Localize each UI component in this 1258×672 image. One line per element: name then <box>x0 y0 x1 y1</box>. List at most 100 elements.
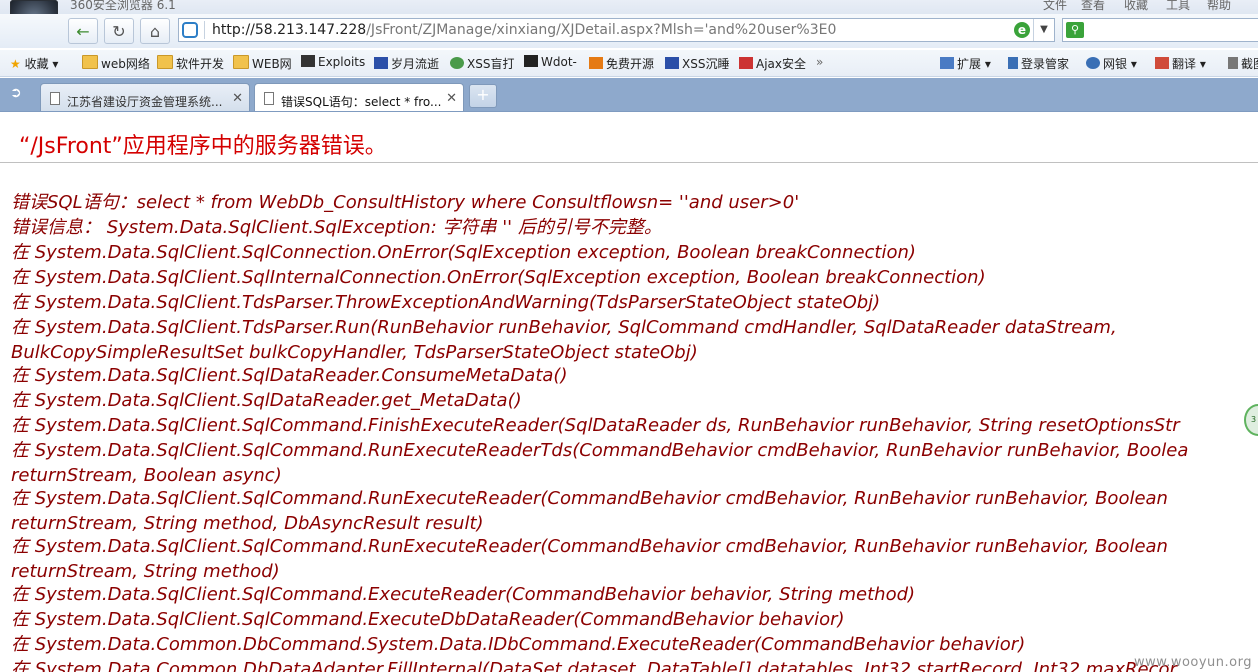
stack-trace-line: 在 System.Data.SqlClient.SqlCommand.RunEx… <box>11 488 1168 509</box>
bookmark-item[interactable]: XSS盲打 <box>450 55 514 72</box>
stack-trace-line: 在 System.Data.SqlClient.SqlDataReader.Co… <box>11 365 568 386</box>
menu-view[interactable]: 查看 <box>1081 0 1105 13</box>
tab-sql-error[interactable]: 错误SQL语句：select * fro... ✕ <box>254 83 464 111</box>
document-icon <box>264 92 274 105</box>
cf-icon <box>589 57 603 69</box>
bookmark-item[interactable]: 软件开发 <box>157 55 224 72</box>
navigation-bar: ← ↻ ⌂ http://58.213.147.228/JsFront/ZJMa… <box>0 14 1258 48</box>
stack-trace-line: 在 System.Data.SqlClient.SqlCommand.RunEx… <box>11 440 1189 461</box>
grid-icon <box>940 57 954 69</box>
url-text[interactable]: http://58.213.147.228/JsFront/ZJManage/x… <box>212 22 836 38</box>
stack-trace-line: 在 System.Data.SqlClient.TdsParser.ThrowE… <box>11 292 881 313</box>
error-details: 错误SQL语句：select * from WebDb_ConsultHisto… <box>11 190 1258 672</box>
bookmark-label: Ajax安全 <box>756 57 806 71</box>
paw-icon <box>374 57 388 69</box>
address-dropdown-icon[interactable]: ▼ <box>1033 19 1054 41</box>
sidebar-toggle-icon[interactable]: ➲ <box>10 85 22 101</box>
bank-icon <box>1086 57 1100 69</box>
bookmark-label: 岁月流逝 <box>391 57 440 71</box>
translate-button[interactable]: 翻译 ▾ <box>1155 55 1206 72</box>
refresh-button[interactable]: ↻ <box>104 18 134 44</box>
translate-label: 翻译 <box>1172 57 1197 71</box>
new-tab-button[interactable]: + <box>469 84 497 108</box>
screenshot-label: 截图 <box>1241 57 1258 71</box>
folder-icon <box>233 55 249 69</box>
page-title: “/JsFront”应用程序中的服务器错误。 <box>19 134 387 159</box>
compat-mode-icon[interactable]: e <box>1014 22 1030 38</box>
bookmark-label: WEB网 <box>252 57 292 71</box>
bookmark-label: XSS沉睡 <box>682 57 730 71</box>
favorites-menu[interactable]: ★ 收藏 ▾ <box>10 55 58 72</box>
bookmark-item[interactable]: XSS沉睡 <box>665 55 729 72</box>
bookmark-label: Exploits <box>318 55 366 69</box>
tab-jiangsu-system[interactable]: 江苏省建设厅资金管理系统... ✕ <box>40 83 250 111</box>
home-icon: ⌂ <box>149 21 161 41</box>
bookmark-item[interactable]: WEB网 <box>233 55 292 72</box>
bank-label: 网银 <box>1103 57 1128 71</box>
bookmark-item[interactable]: Wdot- <box>524 55 577 69</box>
stack-trace-line: returnStream, Boolean async) <box>11 465 282 486</box>
more-bookmarks-button[interactable]: » <box>816 55 823 69</box>
screenshot-button[interactable]: 截图 <box>1228 55 1258 72</box>
extensions-label: 扩展 <box>957 57 982 71</box>
url-path: /JsFront/ZJManage/xinxiang/XJDetail.aspx… <box>366 22 837 38</box>
address-bar[interactable]: http://58.213.147.228/JsFront/ZJManage/x… <box>178 18 1055 42</box>
bookmark-item[interactable]: 岁月流逝 <box>374 55 439 72</box>
bookmark-item[interactable]: 免费开源 <box>589 55 654 72</box>
stack-trace-line: BulkCopySimpleResultSet bulkCopyHandler,… <box>11 342 698 363</box>
menu-file[interactable]: 文件 <box>1043 0 1067 13</box>
scissors-icon <box>1228 57 1238 69</box>
url-host: http://58.213.147.228 <box>212 22 367 38</box>
bookmark-label: XSS盲打 <box>467 57 515 71</box>
tab-bar: ➲ 江苏省建设厅资金管理系统... ✕ 错误SQL语句：select * fro… <box>0 78 1258 112</box>
key-icon <box>1008 57 1018 69</box>
back-button[interactable]: ← <box>68 18 98 44</box>
menu-help[interactable]: 帮助 <box>1207 0 1231 13</box>
exploit-icon <box>301 55 315 67</box>
stack-trace-line: returnStream, String method, DbAsyncResu… <box>11 513 484 534</box>
stack-trace-line: 在 System.Data.SqlClient.SqlDataReader.ge… <box>11 390 522 411</box>
error-sql-line: 错误SQL语句：select * from WebDb_ConsultHisto… <box>11 192 800 213</box>
plus-icon: + <box>476 85 490 104</box>
menu-favorites[interactable]: 收藏 <box>1124 0 1148 13</box>
app-title: 360安全浏览器 6.1 <box>70 0 176 12</box>
login-manager-button[interactable]: 登录管家 <box>1008 55 1069 72</box>
folder-icon <box>157 55 173 69</box>
login-manager-label: 登录管家 <box>1021 57 1070 71</box>
stack-trace-line: 在 System.Data.SqlClient.TdsParser.Run(Ru… <box>11 317 1117 338</box>
folder-icon <box>82 55 98 69</box>
stack-trace-line: 在 System.Data.Common.DbCommand.System.Da… <box>11 634 1026 655</box>
document-icon <box>50 92 60 105</box>
bank-button[interactable]: 网银 ▾ <box>1086 55 1137 72</box>
stack-trace-line: 在 System.Data.SqlClient.SqlInternalConne… <box>11 267 986 288</box>
error-message-line: 错误信息： System.Data.SqlClient.SqlException… <box>11 217 662 238</box>
close-tab-icon[interactable]: ✕ <box>232 91 243 106</box>
stack-trace-line: 在 System.Data.Common.DbDataAdapter.FillI… <box>11 659 1177 672</box>
heading-divider <box>0 162 1258 163</box>
bookmark-item[interactable]: Ajax安全 <box>739 55 806 72</box>
translate-icon <box>1155 57 1169 69</box>
stack-trace-line: 在 System.Data.SqlClient.SqlCommand.Execu… <box>11 584 916 605</box>
bookmarks-bar: ★ 收藏 ▾ web网络 软件开发 WEB网 Exploits 岁月流逝 XSS… <box>0 50 1258 77</box>
ajax-icon <box>739 57 753 69</box>
menu-tools[interactable]: 工具 <box>1166 0 1190 13</box>
arrow-left-icon: ← <box>76 21 90 41</box>
watermark: www.wooyun.org <box>1133 655 1252 670</box>
stack-trace-line: returnStream, String method) <box>11 561 280 582</box>
search-icon[interactable]: ⚲ <box>1066 22 1084 38</box>
close-tab-icon[interactable]: ✕ <box>446 91 457 106</box>
bookmark-item[interactable]: web网络 <box>82 55 150 72</box>
stack-trace-line: 在 System.Data.SqlClient.SqlCommand.RunEx… <box>11 536 1168 557</box>
home-button[interactable]: ⌂ <box>140 18 170 44</box>
paw-icon <box>665 57 679 69</box>
address-divider <box>204 21 205 39</box>
search-box[interactable]: ⚲ <box>1062 18 1258 42</box>
stack-trace-line: 在 System.Data.SqlClient.SqlConnection.On… <box>11 242 916 263</box>
extensions-button[interactable]: 扩展 ▾ <box>940 55 991 72</box>
stack-trace-line: 在 System.Data.SqlClient.SqlCommand.Finis… <box>11 415 1180 436</box>
tab-label: 错误SQL语句：select * fro... <box>281 95 442 109</box>
bookmark-label: Wdot- <box>541 55 577 69</box>
bookmark-label: web网络 <box>101 57 150 71</box>
site-identity-icon[interactable] <box>182 22 198 38</box>
bookmark-item[interactable]: Exploits <box>301 55 365 69</box>
